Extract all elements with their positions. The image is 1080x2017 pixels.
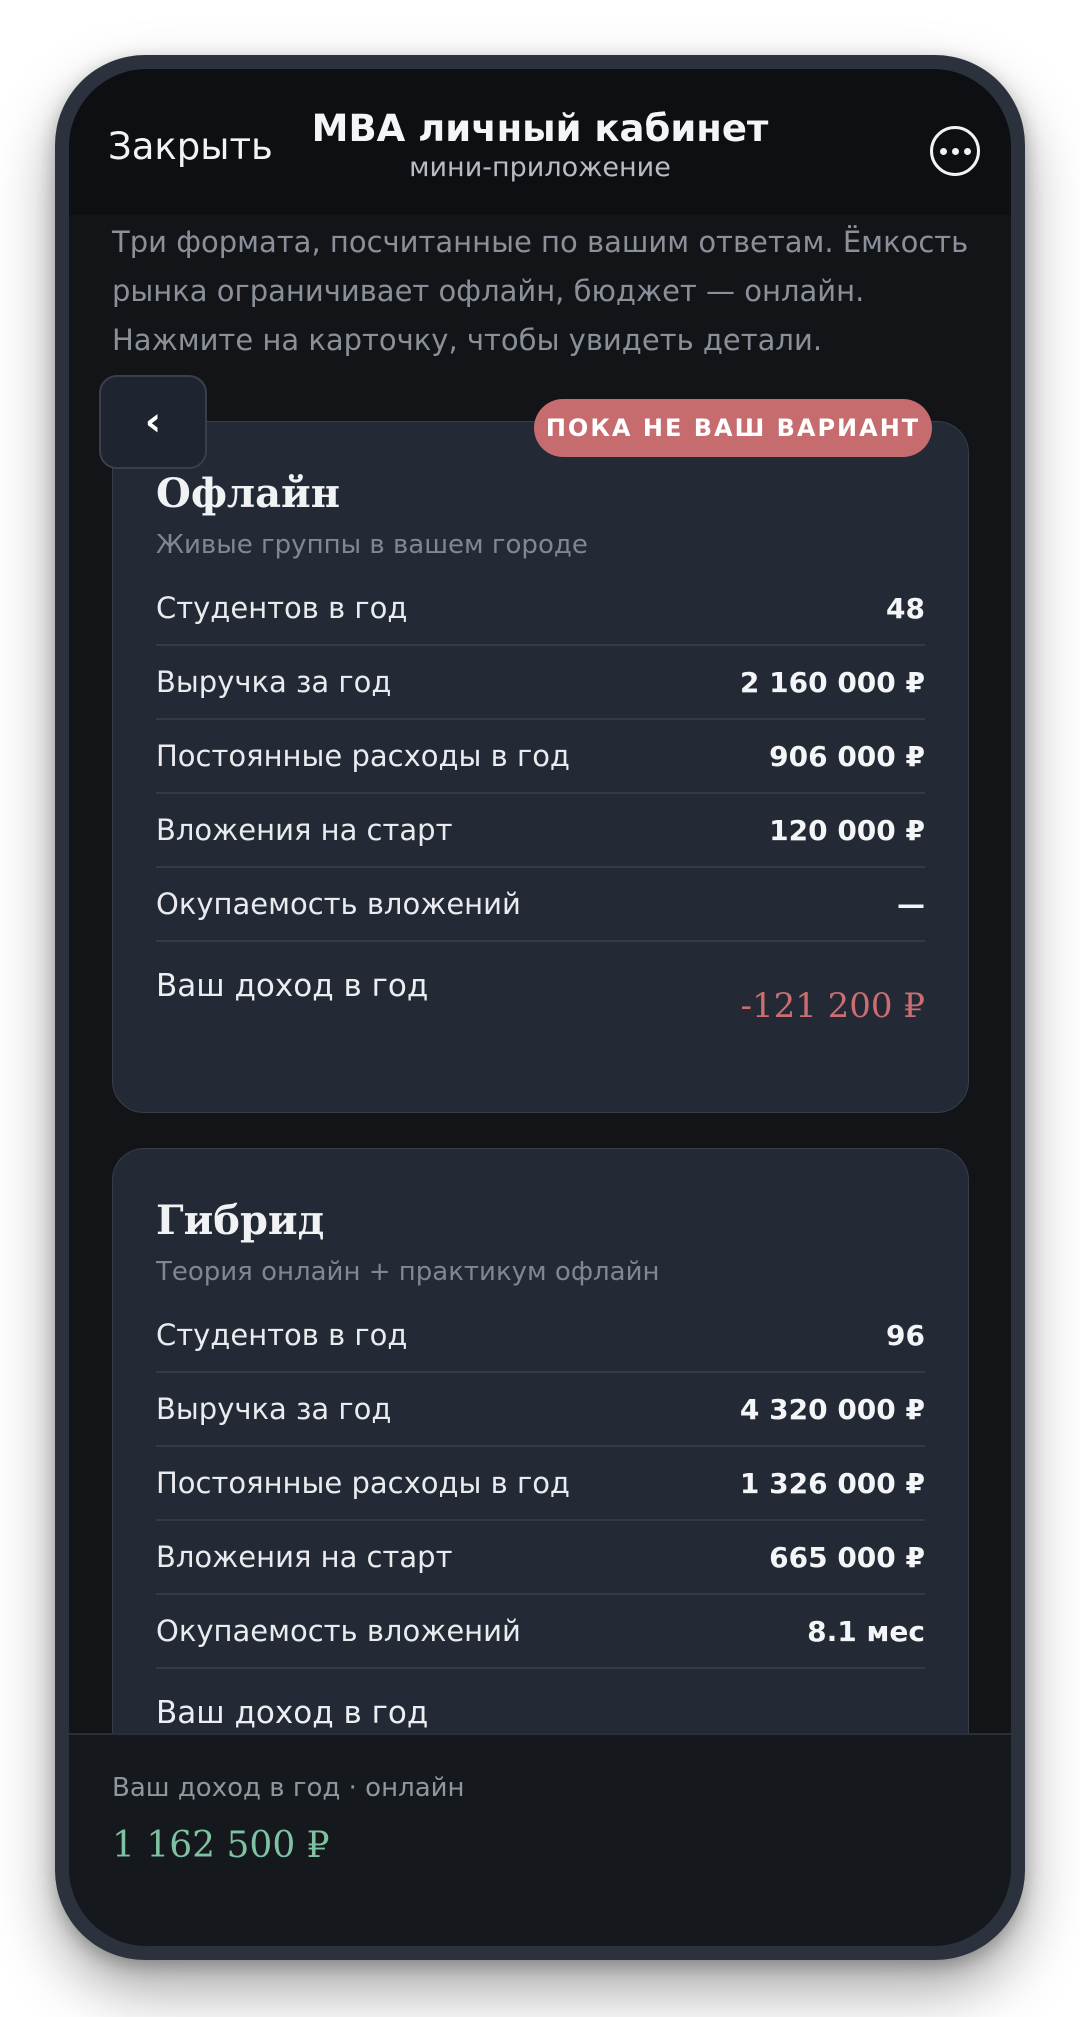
metric-row: Окупаемость вложений — xyxy=(156,868,925,942)
status-badge: ПОКА НЕ ВАШ ВАРИАНТ xyxy=(534,399,932,457)
metric-label: Постоянные расходы в год xyxy=(156,1466,570,1500)
metric-row: Студентов в год 96 xyxy=(156,1299,925,1373)
phone-frame: Закрыть MBA личный кабинет мини-приложен… xyxy=(55,55,1025,1960)
income-row: Ваш доход в год xyxy=(156,1669,925,1735)
more-icon[interactable] xyxy=(930,126,980,176)
metric-label: Постоянные расходы в год xyxy=(156,739,570,773)
metric-value: 120 000 ₽ xyxy=(769,813,925,847)
metric-row: Окупаемость вложений 8.1 мес xyxy=(156,1595,925,1669)
footer-label: Ваш доход в год · онлайн xyxy=(112,1773,465,1803)
metric-label: Выручка за год xyxy=(156,665,392,699)
metric-row: Вложения на старт 665 000 ₽ xyxy=(156,1521,925,1595)
metric-value: 906 000 ₽ xyxy=(769,739,925,773)
footer-value: 1 162 500 ₽ xyxy=(112,1825,330,1866)
metric-row: Постоянные расходы в год 1 326 000 ₽ xyxy=(156,1447,925,1521)
dot-icon xyxy=(963,147,971,155)
card-title: Офлайн xyxy=(156,470,340,517)
metric-label: Вложения на старт xyxy=(156,1540,453,1574)
app-subtitle: мини-приложение xyxy=(409,152,671,183)
metric-value: 4 320 000 ₽ xyxy=(739,1392,925,1426)
metric-label: Окупаемость вложений xyxy=(156,1614,521,1648)
income-label: Ваш доход в год xyxy=(156,1695,429,1731)
scroll-content[interactable]: Три формата, посчитанные по вашим ответа… xyxy=(69,215,1011,1735)
metric-label: Окупаемость вложений xyxy=(156,887,521,921)
metric-label: Выручка за год xyxy=(156,1392,392,1426)
metric-row: Постоянные расходы в год 906 000 ₽ xyxy=(156,720,925,794)
metric-label: Вложения на старт xyxy=(156,813,453,847)
format-card-hybrid[interactable]: Гибрид Теория онлайн + практикум офлайн … xyxy=(112,1148,969,1735)
metric-value: 665 000 ₽ xyxy=(769,1540,925,1574)
metric-row: Студентов в год 48 xyxy=(156,572,925,646)
income-label: Ваш доход в год xyxy=(156,968,429,1004)
title-block: MBA личный кабинет мини-приложение xyxy=(69,107,1011,183)
income-value: -121 200 ₽ xyxy=(740,986,925,1026)
metrics-list: Студентов в год 96 Выручка за год 4 320 … xyxy=(156,1299,925,1735)
chevron-left-icon: ‹ xyxy=(144,399,162,445)
metric-value: 1 326 000 ₽ xyxy=(739,1466,925,1500)
metric-value: 48 xyxy=(886,591,925,625)
metric-row: Выручка за год 2 160 000 ₽ xyxy=(156,646,925,720)
metric-row: Выручка за год 4 320 000 ₽ xyxy=(156,1373,925,1447)
metric-row: Вложения на старт 120 000 ₽ xyxy=(156,794,925,868)
dot-icon xyxy=(939,147,947,155)
format-card-offline[interactable]: Офлайн Живые группы в вашем городе Студе… xyxy=(112,421,969,1113)
app-screen: Закрыть MBA личный кабинет мини-приложен… xyxy=(69,69,1011,1946)
metric-value: — xyxy=(897,887,925,921)
app-header: Закрыть MBA личный кабинет мини-приложен… xyxy=(69,69,1011,215)
card-title: Гибрид xyxy=(156,1197,325,1244)
metric-label: Студентов в год xyxy=(156,1318,408,1352)
card-subtitle: Теория онлайн + практикум офлайн xyxy=(156,1257,660,1287)
card-subtitle: Живые группы в вашем городе xyxy=(156,530,588,560)
intro-text: Три формата, посчитанные по вашим ответа… xyxy=(112,225,969,357)
summary-footer: Ваш доход в год · онлайн 1 162 500 ₽ xyxy=(69,1733,1011,1946)
metric-value: 2 160 000 ₽ xyxy=(739,665,925,699)
metric-value: 96 xyxy=(886,1318,925,1352)
back-button[interactable]: ‹ xyxy=(99,375,207,469)
metric-label: Студентов в год xyxy=(156,591,408,625)
income-row: Ваш доход в год -121 200 ₽ xyxy=(156,942,925,1058)
app-title: MBA личный кабинет xyxy=(311,107,769,150)
metric-value: 8.1 мес xyxy=(807,1614,925,1648)
metrics-list: Студентов в год 48 Выручка за год 2 160 … xyxy=(156,572,925,1058)
dot-icon xyxy=(951,147,959,155)
